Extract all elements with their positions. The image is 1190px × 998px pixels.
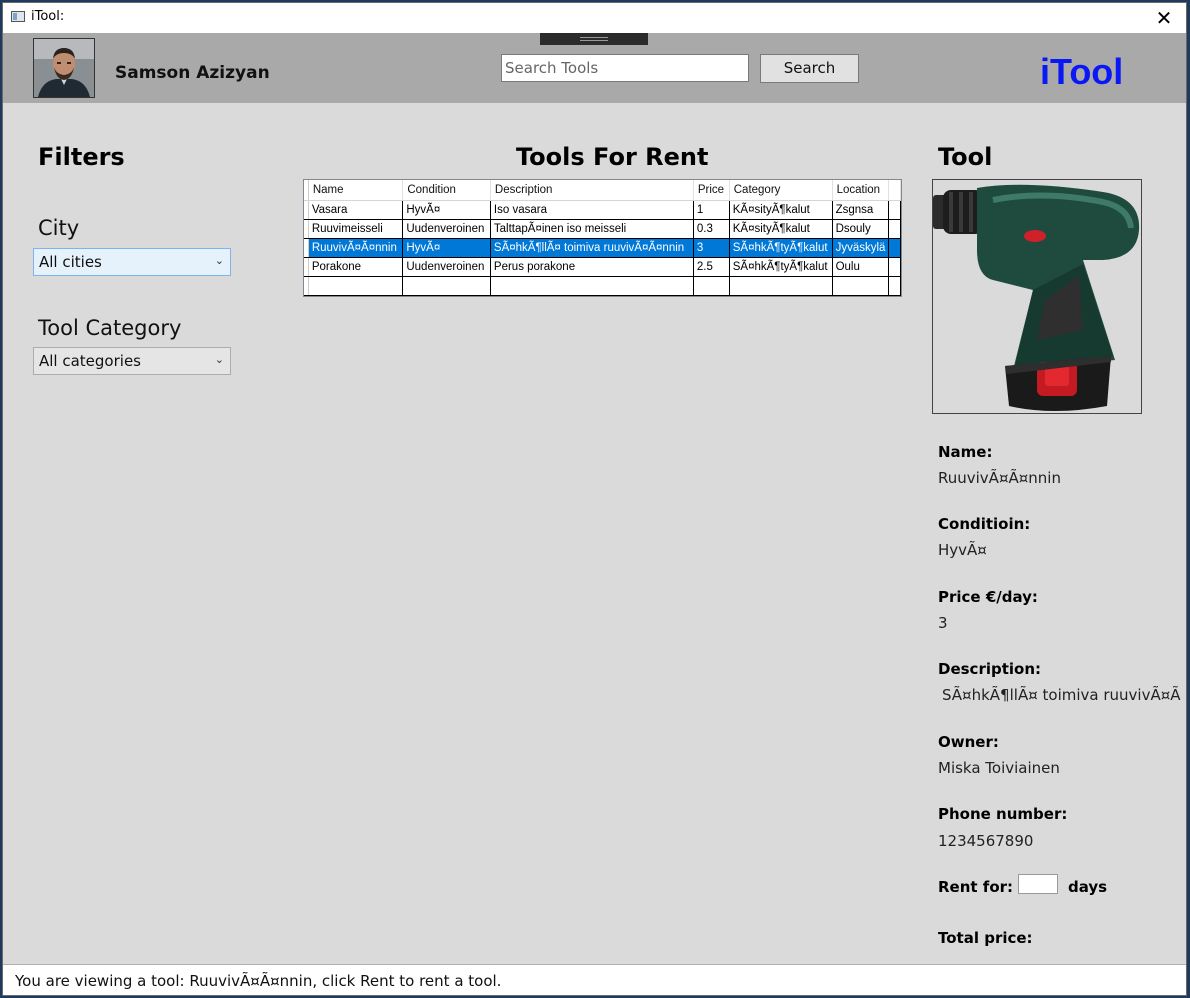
brand-logo: iTool [1040, 51, 1124, 92]
table-cell-price[interactable]: 0.3 [693, 219, 730, 239]
table-cell-location[interactable]: Zsgnsa [832, 200, 890, 220]
column-header[interactable]: Category [729, 180, 833, 201]
table-cell-price[interactable]: 2.5 [693, 257, 730, 277]
chevron-down-icon: ⌄ [214, 254, 224, 267]
table-row[interactable]: Ruuvimeisseli Uudenveroinen TalttapÃ¤inen … [304, 219, 901, 239]
filters-title: Filters [38, 143, 125, 171]
owner-label: Owner: [938, 733, 999, 751]
cordless-drill-icon [933, 184, 1140, 411]
table-row[interactable]: RuuvivÃ¤Ã¤nnin HyvÃ¤ SÃ¤hkÃ¶llÃ¤ toimiva r… [304, 238, 901, 258]
table-row[interactable]: Porakone Uudenveroinen Perus porakone 2.5 SÃ… [304, 257, 901, 277]
avatar [33, 38, 95, 98]
table-cell-location[interactable]: Oulu [832, 257, 890, 277]
table-cell-price[interactable]: 3 [693, 238, 730, 258]
chevron-down-icon: ⌄ [214, 353, 224, 366]
table-cell-price[interactable] [693, 276, 730, 296]
table-cell-category[interactable]: KÃ¤sityÃ¶kalut [729, 200, 833, 220]
owner-value: Miska Toiviainen [938, 759, 1060, 777]
table-cell-description[interactable]: Perus porakone [490, 257, 694, 277]
tools-title: Tools For Rent [516, 143, 709, 171]
tools-grid[interactable]: Name Condition Description Price Categor… [303, 179, 902, 297]
city-label: City [38, 216, 80, 240]
tools-table: Name Condition Description Price Categor… [304, 180, 901, 296]
table-cell-category[interactable]: KÃ¤sityÃ¶kalut [729, 219, 833, 239]
column-header[interactable]: Price [693, 180, 730, 201]
phone-value: 1234567890 [938, 832, 1034, 850]
table-cell-category[interactable]: SÃ¤hkÃ¶tyÃ¶kalut [729, 238, 833, 258]
table-cell-condition[interactable]: HyvÃ¤ [402, 238, 491, 258]
title-bar: iTool: ✕ [3, 3, 1186, 33]
window-title: iTool: [31, 9, 65, 24]
table-cell-condition[interactable]: HyvÃ¤ [402, 200, 491, 220]
table-cell-name[interactable]: Vasara [308, 200, 404, 220]
table-row[interactable] [304, 276, 901, 296]
table-cell-description[interactable]: TalttapÃ¤inen iso meisseli [490, 219, 694, 239]
column-header[interactable]: Description [490, 180, 694, 201]
table-filler-cell [888, 238, 901, 258]
table-cell-condition[interactable]: Uudenveroinen [402, 219, 491, 239]
category-select[interactable]: All categories ⌄ [33, 347, 231, 375]
city-select-value: All cities [39, 253, 102, 271]
table-header-row: Name Condition Description Price Categor… [304, 180, 901, 201]
table-cell-name[interactable]: RuuvivÃ¤Ã¤nnin [308, 238, 404, 258]
user-name: Samson Azizyan [115, 63, 270, 83]
price-value: 3 [938, 614, 948, 632]
table-filler-cell [888, 219, 901, 239]
condition-value: HyvÃ¤ [938, 541, 987, 559]
table-cell-category[interactable] [729, 276, 833, 296]
table-cell-location[interactable] [832, 276, 890, 296]
app-window-icon [11, 11, 25, 22]
phone-label: Phone number: [938, 805, 1068, 823]
days-label: days [1068, 878, 1108, 896]
table-cell-name[interactable]: Ruuvimeisseli [308, 219, 404, 239]
tool-title: Tool [938, 143, 993, 171]
city-select[interactable]: All cities ⌄ [33, 248, 231, 276]
description-label: Description: [938, 660, 1042, 678]
drag-handle-icon[interactable] [540, 33, 648, 45]
category-select-value: All categories [39, 352, 141, 370]
status-text: You are viewing a tool: RuuvivÃ¤Ã¤nnin, … [15, 972, 502, 990]
table-cell-condition[interactable]: Uudenveroinen [402, 257, 491, 277]
table-filler-cell [888, 276, 901, 296]
table-cell-price[interactable]: 1 [693, 200, 730, 220]
search-button[interactable]: Search [760, 54, 859, 83]
category-label: Tool Category [38, 316, 182, 340]
table-row[interactable]: Vasara HyvÃ¤ Iso vasara 1 KÃ¤sityÃ¶kalut Zsgn… [304, 200, 901, 220]
header-bar: Samson Azizyan Search iTool [3, 33, 1186, 103]
table-cell-description[interactable]: Iso vasara [490, 200, 694, 220]
table-cell-location[interactable]: Jyväskylä [832, 238, 890, 258]
table-cell-name[interactable]: Porakone [308, 257, 404, 277]
table-cell-description[interactable]: SÃ¤hkÃ¶llÃ¤ toimiva ruuvivÃ¤Ã¤nnin [490, 238, 694, 258]
table-cell-location[interactable]: Dsouly [832, 219, 890, 239]
table-cell-category[interactable]: SÃ¤hkÃ¶tyÃ¶kalut [729, 257, 833, 277]
table-cell-name[interactable] [308, 276, 404, 296]
condition-label: Conditioin: [938, 515, 1031, 533]
name-value: RuuvivÃ¤Ã¤nnin [938, 469, 1061, 487]
price-label: Price €/day: [938, 588, 1038, 606]
description-value: SÃ¤hkÃ¶llÃ¤ toimiva ruuvivÃ¤Ã [942, 686, 1181, 704]
column-header[interactable]: Location [832, 180, 890, 201]
table-cell-description[interactable] [490, 276, 694, 296]
table-cell-condition[interactable] [402, 276, 491, 296]
search-input[interactable] [501, 54, 749, 82]
column-header[interactable]: Condition [402, 180, 491, 201]
total-price-label: Total price: [938, 929, 1033, 947]
column-header[interactable]: Name [308, 180, 404, 201]
close-button[interactable]: ✕ [1142, 3, 1186, 33]
app-window: iTool: ✕ Samson Azizyan Search iTool Fil… [2, 2, 1187, 996]
name-label: Name: [938, 443, 993, 461]
tool-image [932, 179, 1142, 414]
table-filler-cell [888, 200, 901, 220]
table-filler-cell [888, 257, 901, 277]
rent-days-input[interactable] [1018, 874, 1058, 894]
rent-for-label: Rent for: [938, 878, 1014, 896]
status-bar: You are viewing a tool: RuuvivÃ¤Ã¤nnin, … [3, 964, 1186, 995]
